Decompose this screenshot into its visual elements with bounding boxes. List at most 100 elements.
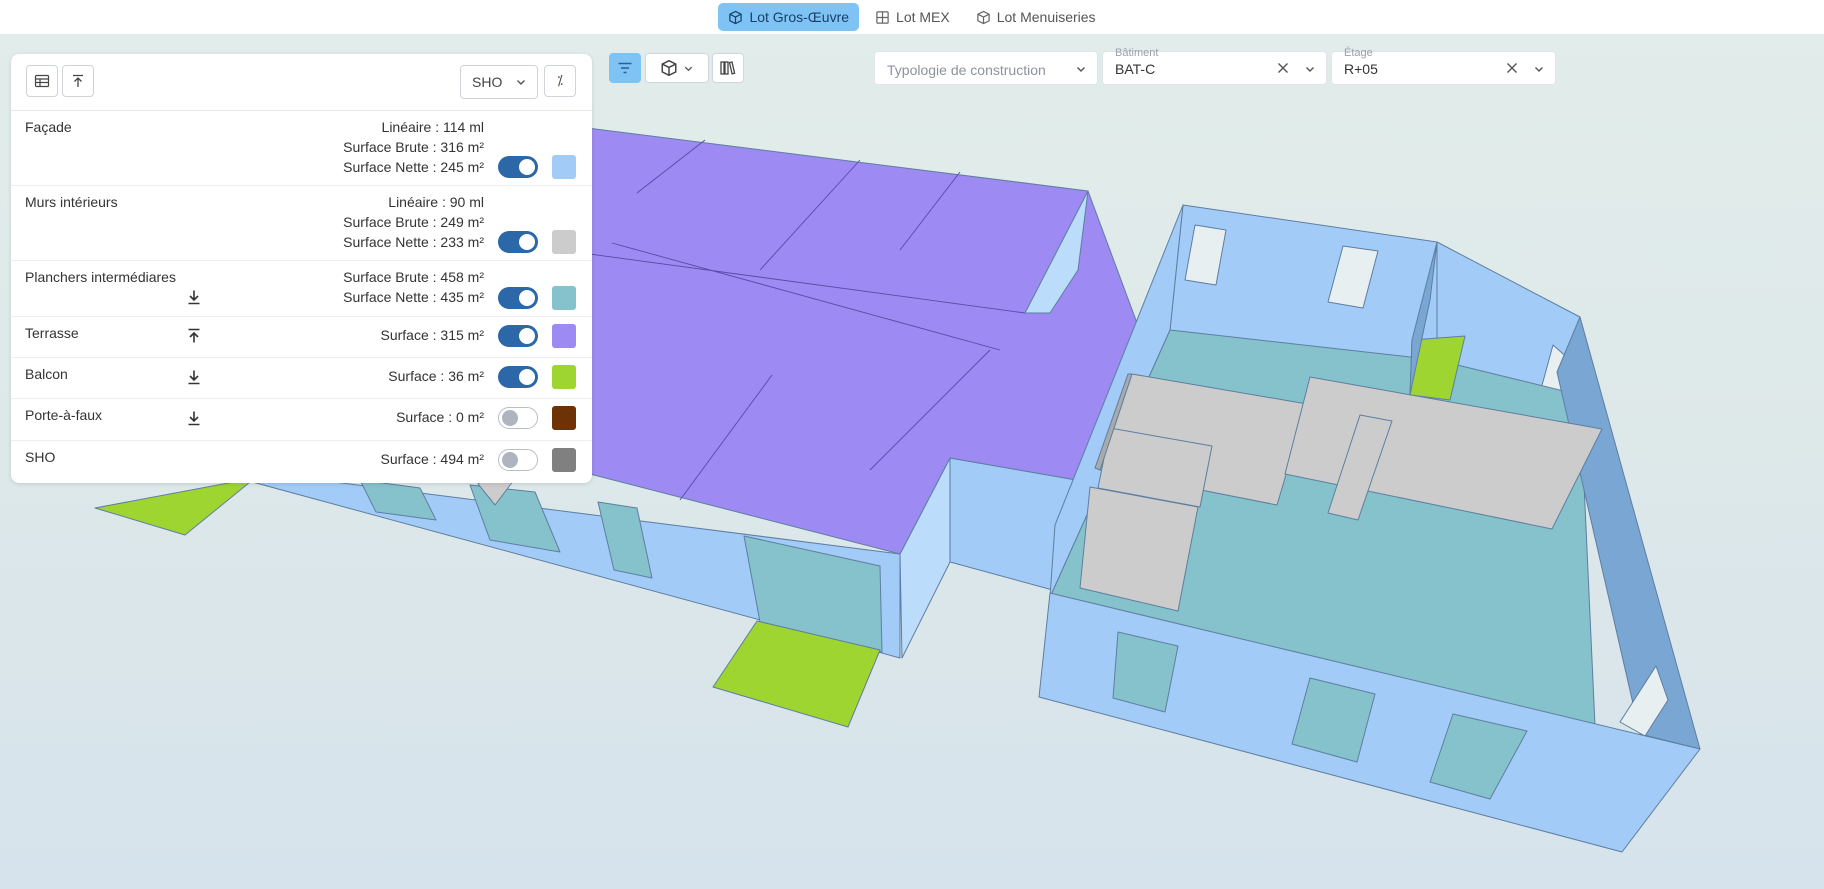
cube-icon (661, 59, 677, 77)
filter-button[interactable] (609, 53, 641, 83)
toggle-knob (502, 410, 518, 426)
batiment-select[interactable]: Bâtiment BAT-C (1103, 47, 1326, 84)
batiment-value: BAT-C (1115, 61, 1156, 77)
metric-value: Linéaire : 90 ml (388, 194, 484, 210)
inner-wall (1079, 486, 1199, 612)
chevron-down-icon (1077, 67, 1085, 72)
layer-visibility-toggle[interactable] (498, 156, 538, 178)
layer-visibility-toggle[interactable] (498, 407, 538, 429)
view-mode-dropdown[interactable] (645, 53, 709, 83)
typologie-select[interactable]: Typologie de construction (875, 52, 1097, 84)
layer-row: Murs intérieurs Linéaire : 90 ml Surface B… (11, 185, 592, 261)
layer-label: Murs intérieurs (25, 194, 118, 210)
layer-metrics: Linéaire : 114 ml Surface Brute : 316 m² S… (343, 117, 484, 177)
quantities-panel: SHO ⁒ Façade Linéaire : 114 ml Surface Bru… (11, 54, 592, 483)
layer-visibility-toggle[interactable] (498, 366, 538, 388)
etage-select[interactable]: Étage R+05 (1332, 47, 1555, 84)
layer-label: Balcon (25, 366, 68, 382)
upload-icon[interactable] (185, 327, 203, 345)
toggle-knob (519, 369, 535, 385)
chevron-down-icon (1306, 67, 1314, 72)
metric-value: Surface : 494 m² (380, 451, 485, 467)
table-view-button[interactable] (26, 65, 58, 97)
upload-icon (73, 74, 83, 87)
layer-label: Façade (25, 119, 72, 135)
batiment-label: Bâtiment (1115, 47, 1159, 59)
metric-value: Linéaire : 114 ml (381, 119, 484, 135)
lot-tab-bar: Lot Gros-Œuvre Lot MEX Lot Menuiseries (0, 0, 1824, 35)
tab-label: Lot Menuiseries (996, 9, 1096, 25)
layer-row: Terrasse Surface : 315 m² (11, 316, 592, 358)
clear-icon[interactable] (1505, 61, 1519, 75)
unit-select[interactable]: SHO (460, 65, 538, 99)
metric-value: Surface : 315 m² (380, 327, 485, 343)
metric-value: Surface Nette : 245 m² (343, 159, 484, 175)
layer-color-swatch[interactable] (552, 286, 576, 310)
tab-lot-menuiseries[interactable]: Lot Menuiseries (966, 3, 1106, 31)
chevron-down-icon (517, 80, 525, 85)
metric-value: Surface Brute : 458 m² (343, 269, 484, 285)
clear-icon[interactable] (1276, 61, 1290, 75)
etage-value: R+05 (1344, 61, 1378, 77)
toggle-knob (519, 328, 535, 344)
layer-metrics: Surface : 494 m² (381, 449, 485, 469)
download-icon[interactable] (185, 288, 203, 306)
layer-visibility-toggle[interactable] (498, 449, 538, 471)
layer-label: Porte-à-faux (25, 407, 103, 423)
filter-lines-icon (618, 62, 632, 74)
toggle-knob (502, 452, 518, 468)
cube-icon (729, 10, 743, 24)
library-icon (720, 61, 736, 75)
layer-color-swatch[interactable] (552, 324, 576, 348)
tab-label: Lot MEX (896, 9, 950, 25)
toggle-knob (519, 234, 535, 250)
grid-icon (876, 10, 889, 24)
layer-color-swatch[interactable] (552, 365, 576, 389)
layer-metrics: Linéaire : 90 ml Surface Brute : 249 m² Su… (343, 192, 484, 252)
tab-lot-mex[interactable]: Lot MEX (865, 3, 960, 31)
balcon-slab (94, 477, 256, 536)
layer-row: Balcon Surface : 36 m² (11, 357, 592, 399)
metric-value: Surface Brute : 316 m² (343, 139, 484, 155)
table-icon (34, 74, 50, 88)
layer-metrics: Surface Brute : 458 m² Surface Nette : 43… (343, 267, 484, 307)
metric-value: Surface Nette : 435 m² (343, 289, 484, 305)
toggle-knob (519, 290, 535, 306)
metric-value: Surface Brute : 249 m² (343, 214, 484, 230)
download-icon[interactable] (185, 368, 203, 386)
layer-color-swatch[interactable] (552, 406, 576, 430)
layer-metrics: Surface : 0 m² (396, 407, 484, 427)
layer-label: SHO (25, 449, 56, 465)
layer-color-swatch[interactable] (552, 230, 576, 254)
metric-value: Surface Nette : 233 m² (343, 234, 484, 250)
typologie-placeholder: Typologie de construction (887, 62, 1046, 78)
tab-lot-gros-oeuvre[interactable]: Lot Gros-Œuvre (718, 3, 860, 31)
toggle-knob (519, 159, 535, 175)
layer-visibility-toggle[interactable] (498, 231, 538, 253)
layer-row: Façade Linéaire : 114 ml Surface Brute : 3… (11, 110, 592, 186)
chevron-down-icon (1535, 67, 1543, 72)
layer-label: Planchers intermédiares (25, 269, 176, 285)
panel-toolbar: SHO ⁒ (11, 54, 592, 111)
layer-color-swatch[interactable] (552, 448, 576, 472)
etage-label: Étage (1344, 47, 1373, 59)
layer-color-swatch[interactable] (552, 155, 576, 179)
tab-label: Lot Gros-Œuvre (749, 9, 850, 25)
layer-row: SHO Surface : 494 m² (11, 440, 592, 481)
layer-metrics: Surface : 315 m² (381, 325, 485, 345)
layer-visibility-toggle[interactable] (498, 287, 538, 309)
metric-value: Surface : 0 m² (396, 409, 484, 425)
percent-button[interactable]: ⁒ (544, 65, 576, 97)
export-button[interactable] (62, 65, 94, 97)
metric-value: Surface : 36 m² (388, 368, 484, 384)
unit-select-value: SHO (472, 74, 503, 90)
layer-visibility-toggle[interactable] (498, 325, 538, 347)
layers-library-button[interactable] (712, 53, 744, 83)
layer-metrics: Surface : 36 m² (388, 366, 484, 386)
download-icon[interactable] (185, 409, 203, 427)
chevron-down-icon (684, 66, 693, 71)
percent-icon: ⁒ (557, 73, 563, 88)
layer-row: Porte-à-faux Surface : 0 m² (11, 398, 592, 441)
cube-icon (977, 10, 990, 24)
layer-row: Planchers intermédiares Surface Brute : 4… (11, 260, 592, 317)
